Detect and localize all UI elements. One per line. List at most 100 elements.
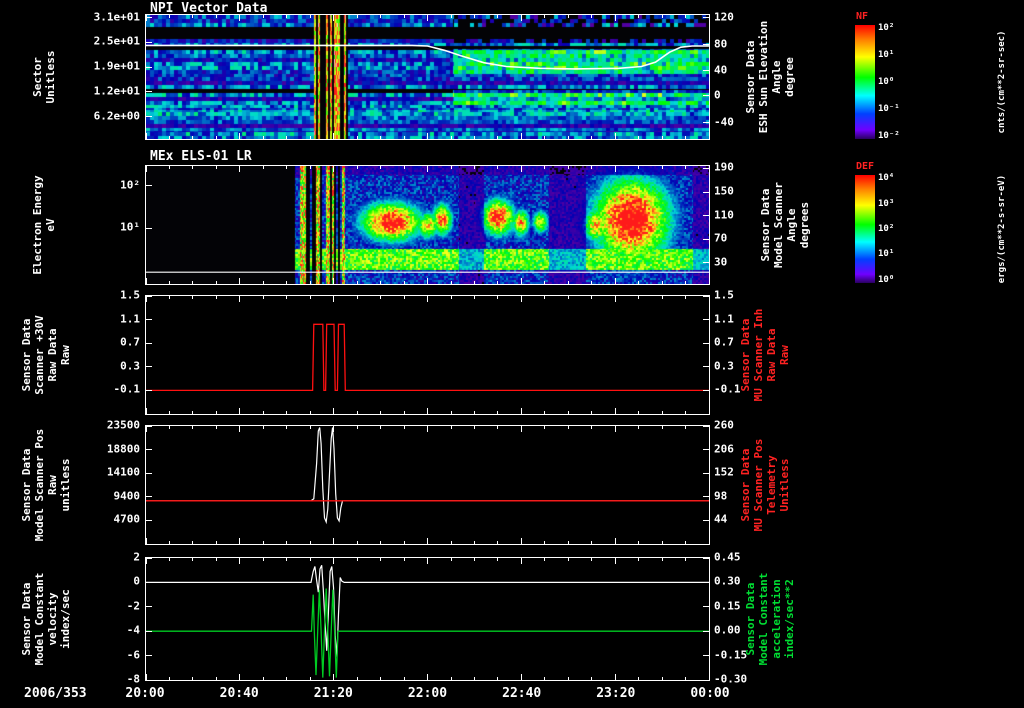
y-tick-label: 2.5e+01: [93, 34, 140, 48]
tick-mark: [614, 166, 616, 172]
tick-mark: [661, 166, 663, 169]
tick-mark: [262, 136, 264, 139]
tick-mark: [239, 133, 241, 139]
tick-mark: [638, 281, 640, 284]
tick-mark: [215, 426, 217, 429]
tick-mark: [703, 519, 709, 521]
tick-mark: [520, 674, 522, 680]
tick-mark: [286, 136, 288, 139]
panel2-left-axis-label: Electron Energy eV: [31, 175, 57, 275]
tick-mark: [520, 278, 522, 284]
tick-mark: [333, 426, 335, 432]
tick-mark: [380, 558, 382, 561]
tick-mark: [544, 15, 546, 18]
date-label: 2006/353: [24, 686, 87, 701]
y-tick-label: -0.30: [714, 672, 748, 686]
tick-mark: [591, 426, 593, 429]
tick-mark: [146, 425, 152, 427]
nf-colorbar-unit-label: cnts/(cm**2-sr-sec): [997, 30, 1007, 134]
tick-mark: [544, 136, 546, 139]
tick-mark: [309, 166, 311, 169]
tick-mark: [192, 677, 194, 680]
scanner-30v-panel: [145, 295, 710, 415]
y-tick-label: 80: [714, 37, 728, 51]
tick-mark: [146, 116, 152, 118]
y-tick-label: 1.5: [714, 288, 734, 302]
mu-scanner-inh-raw-line: [146, 323, 709, 392]
tick-mark: [520, 426, 522, 432]
tick-mark: [215, 677, 217, 680]
y-tick-label: 14100: [106, 465, 140, 479]
tick-mark: [309, 558, 311, 561]
tick-mark: [703, 425, 709, 427]
tick-mark: [708, 558, 710, 564]
tick-mark: [286, 411, 288, 414]
tick-mark: [450, 296, 452, 299]
tick-mark: [215, 411, 217, 414]
tick-mark: [703, 215, 709, 217]
tick-mark: [333, 674, 335, 680]
tick-mark: [192, 541, 194, 544]
tick-mark: [544, 281, 546, 284]
tick-mark: [473, 296, 475, 299]
y-tick-label: 18800: [106, 442, 140, 456]
tick-mark: [427, 166, 428, 172]
tick-mark: [169, 677, 170, 680]
tick-mark: [356, 426, 358, 429]
model-constant-lines: [146, 565, 709, 678]
y-tick-label: 0.00: [714, 623, 741, 637]
def-colorbar-title: DEF: [856, 161, 875, 172]
y-tick-label: 0.7: [120, 335, 140, 349]
tick-mark: [333, 133, 335, 139]
tick-mark: [685, 541, 686, 544]
model-constant-velocity-line: [146, 565, 709, 657]
y-tick-label: 190: [714, 160, 734, 174]
tick-mark: [544, 677, 546, 680]
tick-mark: [703, 95, 709, 97]
tick-mark: [591, 411, 593, 414]
tick-mark: [638, 166, 640, 169]
tick-mark: [239, 674, 241, 680]
tick-mark: [661, 411, 663, 414]
tick-mark: [262, 558, 264, 561]
tick-mark: [703, 70, 709, 72]
tick-mark: [262, 411, 264, 414]
panel4-left-axis-label: Sensor Data Model Scanner Pos Raw unitle…: [20, 428, 72, 542]
scanner-pos-panel: [145, 425, 710, 545]
tick-mark: [567, 426, 569, 429]
tick-mark: [333, 15, 335, 21]
panel5-right-axis-label: Sensor Data Model Constant acceleration …: [744, 572, 796, 666]
tick-mark: [473, 426, 475, 429]
x-tick-label: 21:20: [313, 686, 353, 701]
tick-mark: [169, 296, 170, 299]
tick-mark: [262, 426, 264, 429]
tick-mark: [146, 519, 152, 521]
tick-mark: [286, 677, 288, 680]
tick-mark: [708, 408, 710, 414]
tick-mark: [333, 166, 335, 172]
tick-mark: [146, 17, 152, 18]
tick-mark: [685, 558, 686, 561]
tick-mark: [380, 296, 382, 299]
tick-mark: [169, 15, 170, 18]
tick-mark: [333, 278, 335, 284]
tick-mark: [427, 674, 428, 680]
tick-mark: [703, 496, 709, 498]
tick-mark: [427, 15, 428, 21]
tick-mark: [380, 281, 382, 284]
tick-mark: [497, 411, 499, 414]
y-tick-label: 44: [714, 512, 728, 526]
tick-mark: [703, 319, 709, 321]
tick-mark: [567, 15, 569, 18]
tick-mark: [146, 606, 152, 608]
tick-mark: [703, 167, 709, 169]
panel4-left-tick-labels: 23500 18800 14100 9400 4700: [70, 419, 140, 545]
tick-mark: [146, 295, 152, 297]
tick-mark: [286, 541, 288, 544]
y-tick-label: 110: [714, 208, 734, 222]
tick-mark: [309, 296, 311, 299]
y-tick-label: 0.3: [714, 359, 734, 373]
tick-mark: [145, 558, 147, 564]
tick-mark: [403, 411, 405, 414]
tick-mark: [473, 541, 475, 544]
